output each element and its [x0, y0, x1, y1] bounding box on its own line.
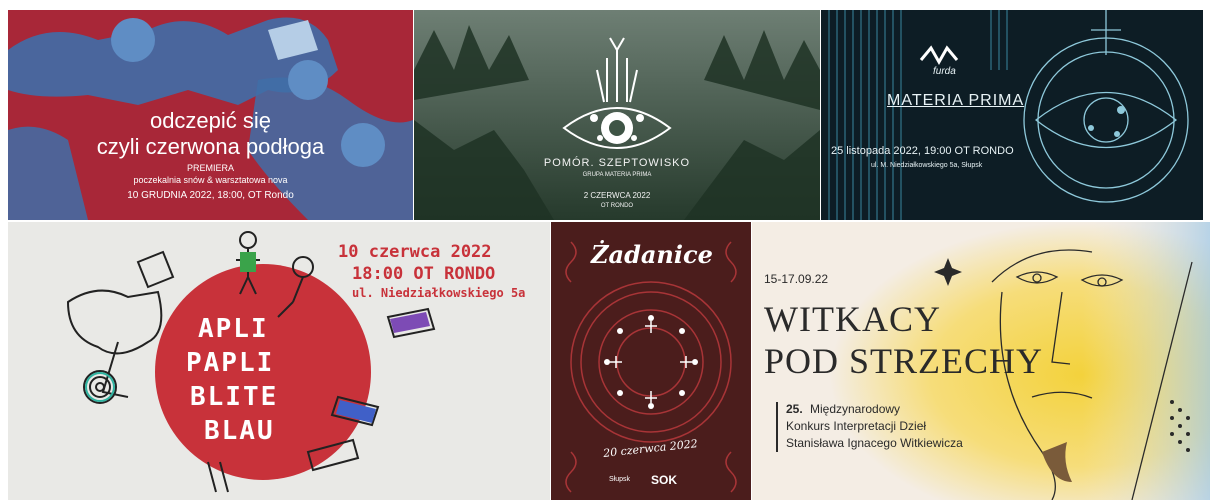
poster-6-desc-line2: Konkurs Interpretacji Dzieł: [786, 419, 927, 433]
poster-4-title-word-3: BLITE: [190, 382, 279, 412]
poster-6-title-line1: WITKACY: [764, 299, 941, 339]
poster-2-artwork: [414, 10, 820, 220]
poster-6-dates: 15-17.09.22: [764, 272, 829, 286]
poster-5-title: Żadanice: [591, 240, 713, 269]
poster-6-desc-line1: Międzynarodowy: [810, 402, 901, 416]
poster-zadanice[interactable]: Żadanice 20 czerwca 2022 Słupsk SOK: [551, 222, 751, 500]
poster-6-divider: [776, 402, 778, 452]
poster-1-subtitle: poczekalnia snów & warsztatowa nova: [133, 175, 288, 185]
poster-5-sponsor-2: SOK: [651, 473, 678, 487]
poster-4-title-word-2: PAPLI: [186, 348, 275, 378]
poster-4-time: 18:00 OT RONDO: [352, 264, 496, 284]
poster-2-group: GRUPA MATERIA PRIMA: [582, 172, 652, 178]
poster-2-date: 2 CZERWCA 2022: [583, 191, 651, 200]
poster-apli-papli[interactable]: 10 czerwca 2022 18:00 OT RONDO ul. Niedz…: [8, 222, 550, 500]
poster-4-title-word-4: BLAU: [204, 416, 275, 446]
poster-4-date: 10 czerwca 2022: [338, 242, 492, 262]
poster-1-date: 10 GRUDNIA 2022, 18:00, OT Rondo: [127, 190, 294, 201]
poster-6-title-line2: POD STRZECHY: [764, 341, 1044, 381]
poster-3-date: 25 listopada 2022, 19:00 OT RONDO: [831, 145, 1014, 157]
poster-3-logo-text: furda: [933, 66, 956, 77]
poster-pomor-szeptowisko[interactable]: POMÓR. SZEPTOWISKO GRUPA MATERIA PRIMA 2…: [414, 10, 820, 220]
poster-materia-prima[interactable]: furda MATERIA PRIMA 25 listopada 2022, 1…: [821, 10, 1203, 220]
poster-odczepic-sie[interactable]: odczepić się czyli czerwona podłoga PREM…: [8, 10, 413, 220]
poster-3-artwork: [821, 10, 1203, 220]
poster-witkacy[interactable]: 15-17.09.22 WITKACY POD STRZECHY 25. Mię…: [752, 222, 1210, 500]
poster-3-title: MATERIA PRIMA: [887, 92, 1025, 109]
poster-1-title-line2: czyli czerwona podłoga: [96, 134, 325, 159]
poster-6-edition: 25.: [786, 402, 803, 416]
poster-1-title-line1: odczepić się: [149, 108, 272, 133]
poster-2-title: POMÓR. SZEPTOWISKO: [543, 157, 691, 169]
poster-4-address: ul. Niedziałkowskiego 5a: [352, 286, 526, 300]
poster-2-venue: OT RONDO: [600, 203, 634, 209]
poster-grid: odczepić się czyli czerwona podłoga PREM…: [0, 0, 1210, 500]
poster-4-title-word-1: APLI: [198, 314, 269, 344]
poster-3-address: ul. M. Niedziałkowskiego 5a, Słupsk: [871, 162, 983, 169]
poster-1-label: PREMIERA: [186, 163, 234, 173]
poster-5-sponsor-1: Słupsk: [609, 476, 631, 483]
poster-6-desc-line3: Stanisława Ignacego Witkiewicza: [786, 436, 963, 450]
